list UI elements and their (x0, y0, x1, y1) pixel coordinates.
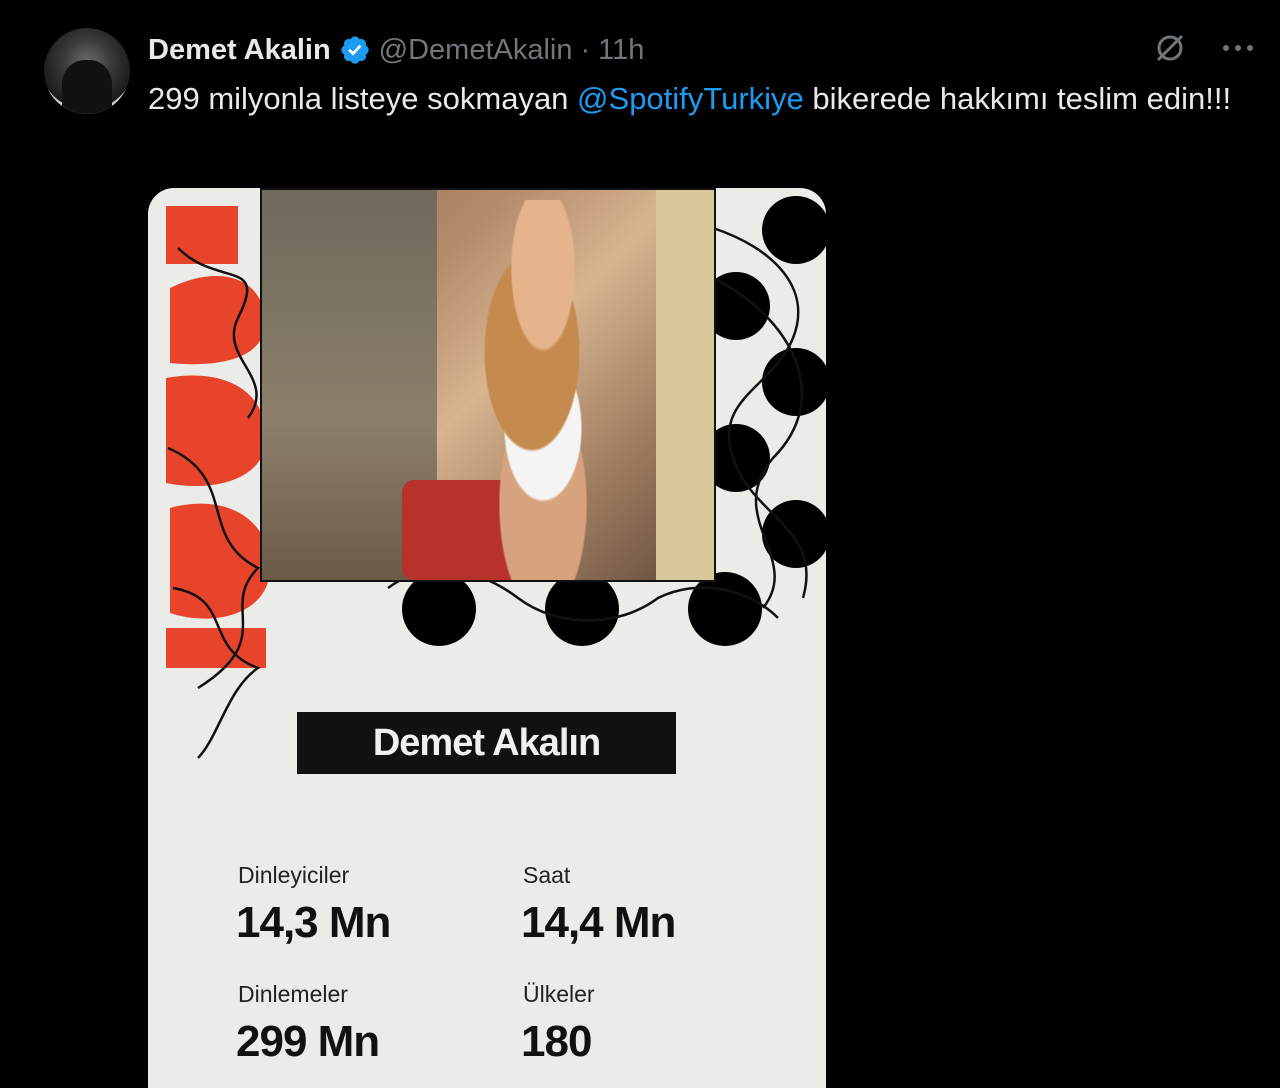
stat-label-listeners: Dinleyiciler (238, 862, 350, 888)
tweet-header: Demet Akalin @DemetAkalin · 11h (148, 30, 644, 70)
artist-name: Demet Akalın (372, 721, 601, 764)
separator-dot: · (580, 33, 591, 66)
handle[interactable]: @DemetAkalin (379, 34, 573, 67)
grok-icon[interactable] (1150, 28, 1190, 68)
verified-badge-icon (340, 36, 369, 64)
mention-link[interactable]: @SpotifyTurkiye (577, 81, 804, 116)
tweet-text: 299 milyonla listeye sokmayan @SpotifyTu… (148, 78, 1238, 120)
stat-value-streams: 299 Mn (236, 1017, 380, 1066)
tweet-text-before: 299 milyonla listeye sokmayan (148, 81, 578, 116)
stat-value-listeners: 14,3 Mn (236, 898, 391, 947)
stat-label-hours: Saat (523, 862, 571, 888)
stat-value-hours: 14,4 Mn (521, 898, 676, 947)
author-avatar[interactable] (44, 28, 130, 114)
timestamp[interactable]: 11h (598, 34, 644, 67)
stat-label-streams: Dinlemeler (238, 981, 348, 1007)
artist-name-box: Demet Akalın (297, 712, 676, 774)
tweet-text-after: bikerede hakkımı teslim edin!!! (803, 81, 1232, 116)
artist-photo (260, 188, 716, 582)
more-options-icon[interactable] (1218, 28, 1258, 68)
stat-value-countries: 180 (521, 1017, 592, 1066)
tweet-actions-top (1150, 28, 1258, 68)
tweet-media-image[interactable]: Demet Akalın Dinleyiciler 14,3 Mn Saat 1… (148, 188, 826, 1088)
stat-label-countries: Ülkeler (523, 981, 595, 1007)
display-name[interactable]: Demet Akalin (148, 34, 331, 67)
